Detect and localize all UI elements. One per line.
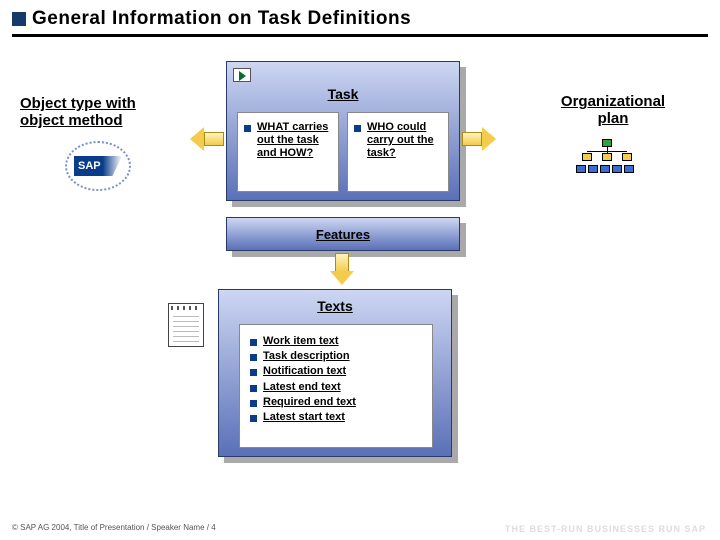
play-card-icon: [233, 68, 251, 82]
arrow-down-icon: [330, 253, 354, 287]
texts-item-label: Latest end text: [263, 381, 341, 394]
texts-item-label: Latest start text: [263, 411, 345, 424]
arrow-left-icon: [190, 127, 224, 151]
task-what-row: WHAT carries out the task and HOW?: [244, 121, 332, 161]
texts-item: Task description: [250, 350, 422, 363]
task-panel: Task WHAT carries out the task and HOW? …: [226, 61, 460, 201]
texts-item: Latest start text: [250, 411, 422, 424]
notepad-icon: [168, 303, 204, 347]
task-what-box: WHAT carries out the task and HOW?: [237, 112, 339, 192]
texts-item-label: Notification text: [263, 365, 346, 378]
sap-logo-icon: SAP: [62, 139, 134, 193]
texts-heading: Texts: [219, 298, 451, 314]
bullet-icon: [250, 339, 257, 346]
right-label: Organizational plan: [548, 93, 678, 127]
texts-item: Required end text: [250, 396, 422, 409]
bullet-icon: [250, 354, 257, 361]
arrow-right-icon: [462, 127, 496, 151]
bullet-icon: [244, 125, 251, 132]
task-heading: Task: [227, 86, 459, 102]
page-title: General Information on Task Definitions: [32, 8, 411, 30]
task-who-text: WHO could carry out the task?: [367, 121, 442, 161]
task-who-box: WHO could carry out the task?: [347, 112, 449, 192]
texts-item-label: Task description: [263, 350, 350, 363]
texts-list-box: Work item text Task description Notifica…: [239, 324, 433, 448]
texts-item-label: Work item text: [263, 335, 339, 348]
texts-item: Notification text: [250, 365, 422, 378]
bullet-icon: [250, 400, 257, 407]
left-label: Object type with object method: [20, 95, 170, 129]
footer-tagline: THE BEST-RUN BUSINESSES RUN SAP: [505, 524, 706, 534]
features-panel: Features: [226, 217, 460, 251]
task-who-row: WHO could carry out the task?: [354, 121, 442, 161]
texts-item: Latest end text: [250, 381, 422, 394]
footer-text: SAP AG 2004, Title of Presentation / Spe…: [20, 523, 216, 532]
title-decorator-icon: [12, 12, 26, 26]
org-chart-icon: [580, 139, 636, 175]
texts-item-label: Required end text: [263, 396, 356, 409]
title-underline: [12, 34, 708, 37]
texts-panel: Texts Work item text Task description No…: [218, 289, 452, 457]
footer-copyright: © SAP AG 2004, Title of Presentation / S…: [12, 523, 216, 532]
texts-item: Work item text: [250, 335, 422, 348]
task-what-text: WHAT carries out the task and HOW?: [257, 121, 332, 161]
bullet-icon: [354, 125, 361, 132]
bullet-icon: [250, 415, 257, 422]
bullet-icon: [250, 385, 257, 392]
features-heading: Features: [316, 227, 370, 242]
title-bar: General Information on Task Definitions: [0, 0, 720, 34]
bullet-icon: [250, 369, 257, 376]
slide-canvas: Object type with object method SAP Task …: [0, 43, 720, 483]
